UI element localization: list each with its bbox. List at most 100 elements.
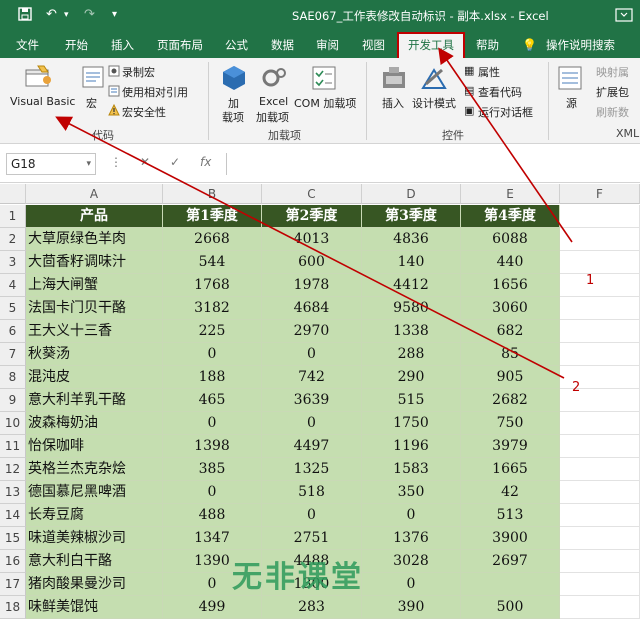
row-header[interactable]: 2	[0, 228, 26, 251]
empty-cell[interactable]	[560, 527, 640, 550]
quarter-value-cell[interactable]: 0	[163, 343, 262, 366]
empty-cell[interactable]	[560, 550, 640, 573]
product-cell[interactable]: 长寿豆腐	[26, 504, 163, 527]
quarter-value-cell[interactable]: 1338	[362, 320, 461, 343]
tab-help[interactable]: 帮助	[476, 32, 499, 58]
product-cell[interactable]: 大草原绿色羊肉	[26, 228, 163, 251]
header-cell[interactable]: 第2季度	[262, 205, 362, 228]
quarter-value-cell[interactable]: 750	[461, 412, 560, 435]
quarter-value-cell[interactable]: 1325	[262, 458, 362, 481]
empty-cell[interactable]	[560, 320, 640, 343]
expansion-packs-button[interactable]: 扩展包	[596, 84, 629, 100]
row-header[interactable]: 9	[0, 389, 26, 412]
run-dialog-button[interactable]: 运行对话框	[478, 104, 533, 120]
quarter-value-cell[interactable]: 0	[362, 573, 461, 596]
quarter-value-cell[interactable]: 515	[362, 389, 461, 412]
quarter-value-cell[interactable]: 1398	[163, 435, 262, 458]
quarter-value-cell[interactable]: 2970	[262, 320, 362, 343]
row-header[interactable]: 10	[0, 412, 26, 435]
save-icon[interactable]	[18, 7, 32, 25]
formula-input[interactable]	[226, 153, 640, 175]
quarter-value-cell[interactable]: 0	[262, 343, 362, 366]
row-header[interactable]: 17	[0, 573, 26, 596]
select-all-button[interactable]	[0, 184, 26, 204]
add-ins-icon[interactable]	[220, 64, 248, 95]
customize-toolbar-icon[interactable]: ▾	[112, 9, 117, 20]
quarter-value-cell[interactable]: 0	[163, 412, 262, 435]
insert-function-icon[interactable]: fx	[200, 155, 211, 169]
quarter-value-cell[interactable]: 440	[461, 251, 560, 274]
excel-add-ins-label-1[interactable]: Excel	[259, 95, 288, 108]
empty-cell[interactable]	[560, 596, 640, 619]
quarter-value-cell[interactable]: 1665	[461, 458, 560, 481]
quarter-value-cell[interactable]: 283	[262, 596, 362, 619]
tab-insert[interactable]: 插入	[111, 32, 134, 58]
empty-cell[interactable]	[560, 458, 640, 481]
undo-dropdown-icon[interactable]: ▾	[64, 10, 69, 20]
quarter-value-cell[interactable]: 4836	[362, 228, 461, 251]
quarter-value-cell[interactable]: 3639	[262, 389, 362, 412]
quarter-value-cell[interactable]: 499	[163, 596, 262, 619]
worksheet-grid[interactable]: A B C D E F 1 产品 第1季度 第2季度 第3季度 第4季度 2 大草原绿色羊肉 2668 401…	[0, 184, 640, 619]
tell-me-search[interactable]: 操作说明搜索	[546, 32, 615, 58]
quarter-value-cell[interactable]: 2697	[461, 550, 560, 573]
column-header-f[interactable]: F	[560, 184, 640, 204]
tab-view[interactable]: 视图	[362, 32, 385, 58]
column-header-b[interactable]: B	[163, 184, 262, 204]
empty-cell[interactable]	[560, 251, 640, 274]
quarter-value-cell[interactable]: 0	[362, 504, 461, 527]
quarter-value-cell[interactable]: 3182	[163, 297, 262, 320]
add-ins-button-line2[interactable]: 载项	[222, 109, 244, 125]
product-cell[interactable]: 大茴香籽调味汁	[26, 251, 163, 274]
header-cell[interactable]: 第4季度	[461, 205, 560, 228]
excel-add-ins-icon[interactable]	[260, 64, 288, 95]
quarter-value-cell[interactable]: 2682	[461, 389, 560, 412]
product-cell[interactable]: 味道美辣椒沙司	[26, 527, 163, 550]
row-header[interactable]: 16	[0, 550, 26, 573]
quarter-value-cell[interactable]: 1768	[163, 274, 262, 297]
quarter-value-cell[interactable]: 1376	[362, 527, 461, 550]
relative-refs-button[interactable]: 使用相对引用	[122, 84, 188, 100]
quarter-value-cell[interactable]: 488	[163, 504, 262, 527]
quarter-value-cell[interactable]: 500	[461, 596, 560, 619]
quarter-value-cell[interactable]: 3060	[461, 297, 560, 320]
row-header[interactable]: 15	[0, 527, 26, 550]
product-cell[interactable]: 波森梅奶油	[26, 412, 163, 435]
quarter-value-cell[interactable]: 1656	[461, 274, 560, 297]
product-cell[interactable]: 英格兰杰克杂烩	[26, 458, 163, 481]
redo-icon[interactable]: ↷	[84, 7, 95, 22]
row-header[interactable]: 1	[0, 205, 26, 228]
row-header[interactable]: 12	[0, 458, 26, 481]
row-header[interactable]: 8	[0, 366, 26, 389]
empty-cell[interactable]	[560, 228, 640, 251]
properties-icon[interactable]: ▦	[464, 64, 474, 77]
column-header-d[interactable]: D	[362, 184, 461, 204]
insert-control-button[interactable]: 插入	[382, 95, 404, 111]
quarter-value-cell[interactable]: 2751	[262, 527, 362, 550]
empty-cell[interactable]	[560, 343, 640, 366]
macros-button[interactable]: 宏	[86, 95, 97, 111]
row-header[interactable]: 6	[0, 320, 26, 343]
product-cell[interactable]: 味鲜美馄饨	[26, 596, 163, 619]
row-header[interactable]: 5	[0, 297, 26, 320]
tab-file[interactable]: 文件	[16, 32, 39, 58]
quarter-value-cell[interactable]: 85	[461, 343, 560, 366]
quarter-value-cell[interactable]: 518	[262, 481, 362, 504]
quarter-value-cell[interactable]: 1583	[362, 458, 461, 481]
product-cell[interactable]: 意大利羊乳干酪	[26, 389, 163, 412]
ribbon-display-options-button[interactable]	[612, 6, 636, 24]
quarter-value-cell[interactable]: 1750	[362, 412, 461, 435]
com-add-ins-button[interactable]: COM 加载项	[294, 95, 356, 111]
product-cell[interactable]: 王大义十三香	[26, 320, 163, 343]
quarter-value-cell[interactable]: 0	[262, 504, 362, 527]
quarter-value-cell[interactable]: 3900	[461, 527, 560, 550]
quarter-value-cell[interactable]: 1347	[163, 527, 262, 550]
design-mode-icon[interactable]	[420, 64, 448, 95]
product-cell[interactable]: 混沌皮	[26, 366, 163, 389]
empty-cell[interactable]	[560, 481, 640, 504]
quarter-value-cell[interactable]: 188	[163, 366, 262, 389]
tab-developer[interactable]: 开发工具	[397, 32, 465, 58]
quarter-value-cell[interactable]: 0	[262, 412, 362, 435]
quarter-value-cell[interactable]: 4497	[262, 435, 362, 458]
view-code-button[interactable]: 查看代码	[478, 84, 522, 100]
